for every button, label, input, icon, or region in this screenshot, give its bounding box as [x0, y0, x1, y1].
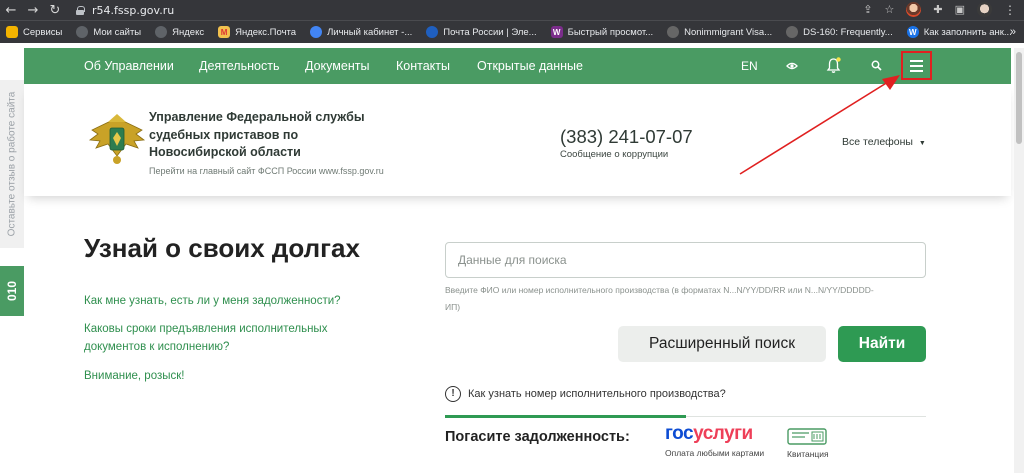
- bookmark-label: Почта России | Эле...: [443, 26, 537, 38]
- feedback-side-tab[interactable]: Оставьте отзыв о работе сайта: [0, 80, 24, 248]
- nav-item-contacts[interactable]: Контакты: [396, 59, 450, 73]
- star-icon[interactable]: ☆: [885, 3, 895, 16]
- w-icon: W: [906, 26, 919, 38]
- badge-label: 010: [5, 280, 19, 302]
- debt-check-link[interactable]: Как мне узнать, есть ли у меня задолженн…: [84, 292, 341, 310]
- bookmark-label: Яндекс.Почта: [235, 26, 297, 38]
- case-number-help-link[interactable]: Как узнать номер исполнительного произво…: [468, 388, 726, 400]
- side-badge[interactable]: 010: [0, 266, 24, 316]
- apps-grid-icon: [6, 26, 18, 38]
- gosuslugi-logo-part-a: гос: [665, 423, 694, 444]
- reload-icon[interactable]: ↻: [44, 3, 66, 18]
- divider: [686, 416, 926, 417]
- bookmark-label: Сервисы: [23, 26, 63, 38]
- bookmark-label: DS-160: Frequently...: [803, 26, 893, 38]
- deadlines-link[interactable]: Каковы сроки предъявления исполнительных…: [84, 320, 354, 356]
- exclamation-icon: !: [445, 386, 461, 402]
- organization-name[interactable]: Управление Федеральной службы судебных п…: [149, 109, 369, 162]
- bookmarks-overflow-button[interactable]: »: [1010, 26, 1016, 38]
- bookmark-label: Быстрый просмот...: [567, 26, 654, 38]
- bookmark-item[interactable]: Яндекс: [155, 26, 204, 38]
- puzzle-icon[interactable]: ✚: [933, 3, 942, 16]
- bookmark-label: Мои сайты: [93, 26, 142, 38]
- bookmark-item[interactable]: W Как заполнить анк...: [906, 26, 1012, 38]
- profile-avatar[interactable]: [977, 2, 992, 17]
- bookmark-item[interactable]: W Быстрый просмот...: [550, 26, 654, 38]
- sidepanel-icon[interactable]: ▣: [955, 3, 965, 16]
- nav-item-activity[interactable]: Деятельность: [199, 59, 279, 73]
- mail-icon: M: [218, 26, 231, 38]
- bookmark-label: Личный кабинет -...: [327, 26, 413, 38]
- more-menu-icon[interactable]: ⋮: [1004, 3, 1016, 17]
- receipt-icon[interactable]: [787, 428, 827, 445]
- bookmark-item[interactable]: Nonimmigrant Visa...: [667, 26, 772, 38]
- post-icon: [426, 26, 439, 38]
- forward-arrow-icon[interactable]: →: [22, 3, 44, 18]
- page-title: Узнай о своих долгах: [84, 233, 360, 263]
- gosuslugi-logo[interactable]: госуслуги: [665, 423, 753, 445]
- scrollbar-thumb[interactable]: [1016, 52, 1022, 144]
- search-input[interactable]: Данные для поиска: [445, 242, 926, 278]
- pay-debt-title: Погасите задолженность:: [445, 429, 630, 445]
- back-arrow-icon[interactable]: ←: [0, 3, 22, 18]
- bookmark-label: Nonimmigrant Visa...: [684, 26, 773, 38]
- active-tab-underline: [445, 415, 686, 418]
- gosuslugi-caption: Оплата любыми картами: [665, 448, 765, 458]
- bookmark-item[interactable]: Сервисы: [6, 26, 62, 38]
- bookmark-label: Как заполнить анк...: [923, 26, 1012, 38]
- nav-item-documents[interactable]: Документы: [305, 59, 369, 73]
- seal-icon: [786, 26, 799, 38]
- nav-item-about[interactable]: Об Управлении: [84, 59, 174, 73]
- caret-down-icon: ▼: [918, 140, 926, 147]
- find-button[interactable]: Найти: [838, 326, 926, 362]
- phone-number[interactable]: (383) 241-07-07: [560, 126, 693, 148]
- browser-actions: ⇪ ☆ ✚ ▣ ⋮: [863, 2, 1016, 17]
- search-placeholder: Данные для поиска: [458, 253, 567, 267]
- menu-line: [910, 60, 923, 62]
- bookmark-item[interactable]: Личный кабинет -...: [310, 26, 412, 38]
- bookmark-item[interactable]: DS-160: Frequently...: [786, 26, 893, 38]
- lock-icon: [76, 5, 85, 15]
- address-bar[interactable]: r54.fssp.gov.ru: [76, 4, 174, 17]
- url-text: r54.fssp.gov.ru: [92, 3, 175, 17]
- corruption-report-label: Сообщение о коррупции: [560, 149, 669, 160]
- w-icon: W: [550, 26, 563, 38]
- bookmark-label: Яндекс: [172, 26, 205, 38]
- advanced-search-button[interactable]: Расширенный поиск: [618, 326, 826, 362]
- bookmark-item[interactable]: Почта России | Эле...: [426, 26, 537, 38]
- seal-icon: [667, 26, 680, 38]
- fssp-emblem-icon[interactable]: [86, 110, 148, 168]
- globe-icon: [76, 26, 89, 38]
- menu-line: [910, 70, 923, 72]
- feedback-label: Оставьте отзыв о работе сайта: [6, 91, 18, 237]
- gosuslugi-logo-part-b: услуги: [693, 423, 753, 444]
- nav-item-open-data[interactable]: Открытые данные: [477, 59, 583, 73]
- main-site-link[interactable]: Перейти на главный сайт ФССП России www.…: [149, 166, 384, 176]
- share-icon[interactable]: ⇪: [863, 3, 872, 16]
- browser-toolbar: ← → ↻ r54.fssp.gov.ru ⇪ ☆ ✚ ▣ ⋮: [0, 0, 1024, 20]
- menu-line: [910, 65, 923, 67]
- red-arrow-annotation: [739, 75, 900, 175]
- bookmark-item[interactable]: Мои сайты: [76, 26, 141, 38]
- bookmark-item[interactable]: M Яндекс.Почта: [218, 26, 296, 38]
- receipt-caption: Квитанция: [787, 449, 829, 459]
- bookmarks-bar: Сервисы Мои сайты Яндекс M Яндекс.Почта Л…: [0, 20, 1024, 43]
- globe-icon: [155, 26, 168, 38]
- extension-avatar-icon[interactable]: [906, 2, 922, 17]
- search-hint: Введите ФИО или номер исполнительного пр…: [445, 285, 874, 312]
- wanted-link[interactable]: Внимание, розыск!: [84, 367, 185, 385]
- dots-icon: [310, 26, 323, 38]
